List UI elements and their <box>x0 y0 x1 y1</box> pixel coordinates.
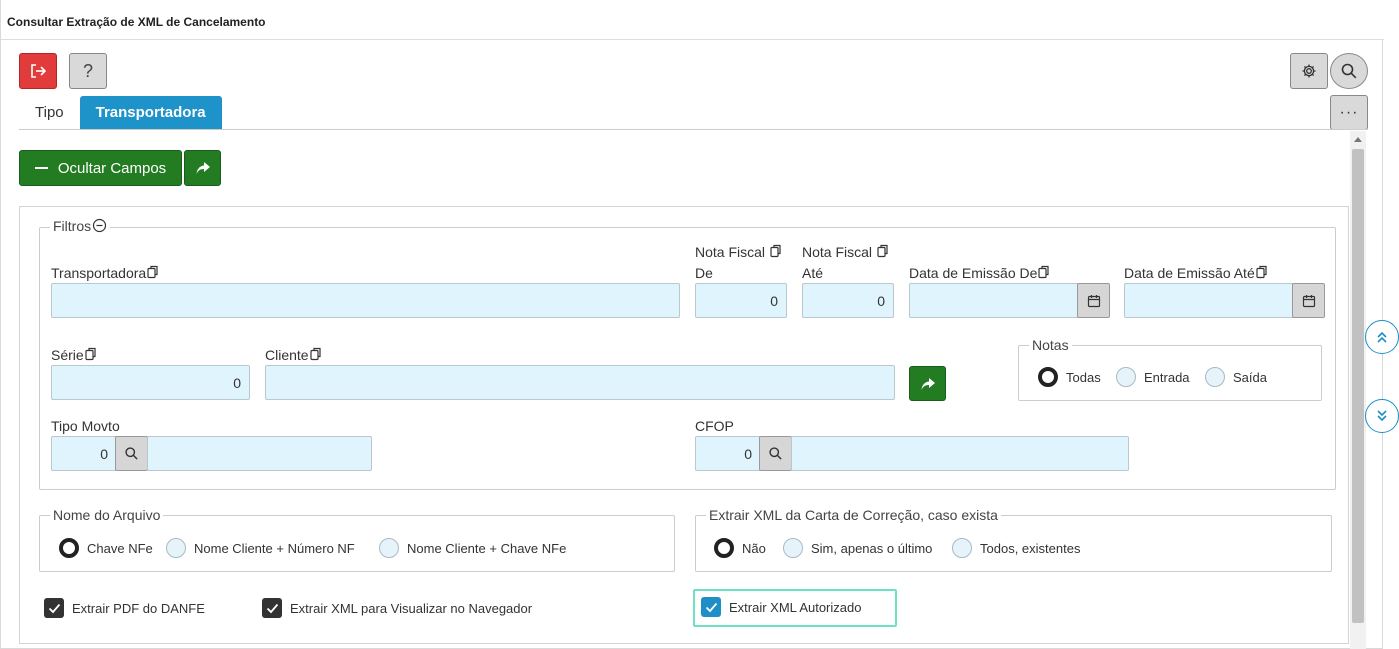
copy-icon[interactable] <box>877 244 889 261</box>
calendar-ate-button[interactable] <box>1292 283 1325 318</box>
nf-de-label-line2: De <box>695 265 713 281</box>
calendar-icon <box>1087 294 1100 307</box>
radio-circle-selected <box>1038 367 1058 387</box>
calendar-de-button[interactable] <box>1077 283 1110 318</box>
search-icon <box>1341 63 1357 79</box>
notas-legend: Notas <box>1032 337 1069 353</box>
settings-button[interactable] <box>1290 53 1328 89</box>
cliente-input[interactable] <box>265 365 895 400</box>
search-icon <box>125 447 138 460</box>
nf-de-input[interactable]: 0 <box>695 283 787 318</box>
radio-chave-nfe[interactable]: Chave NFe <box>59 538 153 558</box>
checkbox-extrair-xml-navegador[interactable]: Extrair XML para Visualizar no Navegador <box>262 598 532 618</box>
scrollbar-thumb[interactable] <box>1352 149 1364 623</box>
gear-icon <box>1302 64 1316 78</box>
more-options-button[interactable]: ··· <box>1330 95 1368 130</box>
vertical-scrollbar[interactable] <box>1350 131 1366 649</box>
tab-transportadora[interactable]: Transportadora <box>79 96 222 129</box>
help-button[interactable]: ? <box>69 53 107 89</box>
search-icon <box>769 447 782 460</box>
nf-ate-input[interactable]: 0 <box>802 283 894 318</box>
data-emissao-ate-label: Data de Emissão Até <box>1124 265 1268 282</box>
tipo-movto-label: Tipo Movto <box>51 418 120 434</box>
share-arrow-icon <box>921 377 935 390</box>
hide-fields-button[interactable]: Ocultar Campos <box>19 150 182 186</box>
tab-bar: Tipo Transportadora <box>19 96 222 129</box>
serie-label: Série <box>51 347 97 364</box>
scroll-bottom-button[interactable] <box>1365 399 1399 433</box>
data-emissao-de-label: Data de Emissão De <box>909 265 1050 282</box>
checkbox-extrair-pdf-danfe[interactable]: Extrair PDF do DANFE <box>44 598 205 618</box>
cfop-code-input[interactable]: 0 <box>695 436 761 471</box>
radio-circle <box>783 538 803 558</box>
radio-circle <box>166 538 186 558</box>
radio-circle <box>379 538 399 558</box>
cfop-search-button[interactable] <box>759 436 792 471</box>
radio-circle <box>1116 367 1136 387</box>
radio-todos-existentes[interactable]: Todos, existentes <box>952 538 1080 558</box>
data-emissao-ate-input[interactable] <box>1124 283 1294 318</box>
copy-icon[interactable] <box>1256 265 1268 282</box>
check-icon <box>44 598 64 618</box>
share-arrow-icon <box>196 162 210 174</box>
tab-tipo[interactable]: Tipo <box>19 96 80 129</box>
radio-nao[interactable]: Não <box>714 538 766 558</box>
serie-input[interactable]: 0 <box>51 365 250 400</box>
copy-icon[interactable] <box>770 244 782 261</box>
nf-de-label: Nota Fiscal <box>695 244 782 261</box>
radio-circle-selected <box>714 538 734 558</box>
search-button[interactable] <box>1330 53 1368 89</box>
transportadora-input[interactable] <box>51 283 680 318</box>
radio-saida[interactable]: Saída <box>1205 367 1267 387</box>
filters-legend: Filtros <box>50 218 110 236</box>
radio-circle <box>1205 367 1225 387</box>
tipo-movto-desc-input[interactable] <box>147 436 372 471</box>
cfop-label: CFOP <box>695 418 734 434</box>
double-chevron-up-icon <box>1377 331 1387 343</box>
radio-circle-selected <box>59 538 79 558</box>
scroll-up-arrow-icon[interactable] <box>1350 131 1366 147</box>
nf-ate-label-line2: Até <box>802 265 824 281</box>
tipo-movto-search-button[interactable] <box>115 436 148 471</box>
tipo-movto-code-input[interactable]: 0 <box>51 436 117 471</box>
logout-icon <box>31 64 47 78</box>
minus-icon <box>34 167 48 169</box>
check-icon <box>262 598 282 618</box>
hide-fields-label: Ocultar Campos <box>57 159 167 177</box>
collapse-icon[interactable] <box>92 218 107 236</box>
checkbox-extrair-xml-autorizado[interactable]: Extrair XML Autorizado <box>701 597 861 617</box>
transportadora-label: Transportadora <box>51 265 159 282</box>
copy-icon[interactable] <box>147 265 159 282</box>
window-title-bar: Consultar Extração de XML de Cancelament… <box>1 0 1384 40</box>
double-chevron-down-icon <box>1377 410 1387 422</box>
radio-circle <box>952 538 972 558</box>
carta-correcao-legend: Extrair XML da Carta de Correção, caso e… <box>709 507 998 523</box>
app-window: Consultar Extração de XML de Cancelament… <box>0 0 1384 649</box>
calendar-icon <box>1302 294 1315 307</box>
tab-divider <box>19 129 1368 130</box>
data-emissao-de-input[interactable] <box>909 283 1079 318</box>
copy-icon[interactable] <box>85 347 97 364</box>
cfop-desc-input[interactable] <box>791 436 1129 471</box>
radio-sim-ultimo[interactable]: Sim, apenas o último <box>783 538 932 558</box>
radio-entrada[interactable]: Entrada <box>1116 367 1190 387</box>
check-icon <box>701 597 721 617</box>
share-button[interactable] <box>184 150 221 186</box>
scroll-top-button[interactable] <box>1365 320 1399 354</box>
window-title: Consultar Extração de XML de Cancelament… <box>7 15 266 29</box>
cliente-share-button[interactable] <box>909 366 946 401</box>
nome-arquivo-legend: Nome do Arquivo <box>53 507 161 523</box>
radio-nome-cliente-numero-nf[interactable]: Nome Cliente + Número NF <box>166 538 355 558</box>
cliente-label: Cliente <box>265 347 322 364</box>
radio-todas[interactable]: Todas <box>1038 367 1101 387</box>
main-panel: Filtros Transportadora Nota Fiscal De 0 … <box>19 206 1349 644</box>
copy-icon[interactable] <box>1038 265 1050 282</box>
copy-icon[interactable] <box>309 347 322 364</box>
nf-ate-label: Nota Fiscal <box>802 244 889 261</box>
exit-button[interactable] <box>19 53 57 89</box>
radio-nome-cliente-chave-nfe[interactable]: Nome Cliente + Chave NFe <box>379 538 566 558</box>
